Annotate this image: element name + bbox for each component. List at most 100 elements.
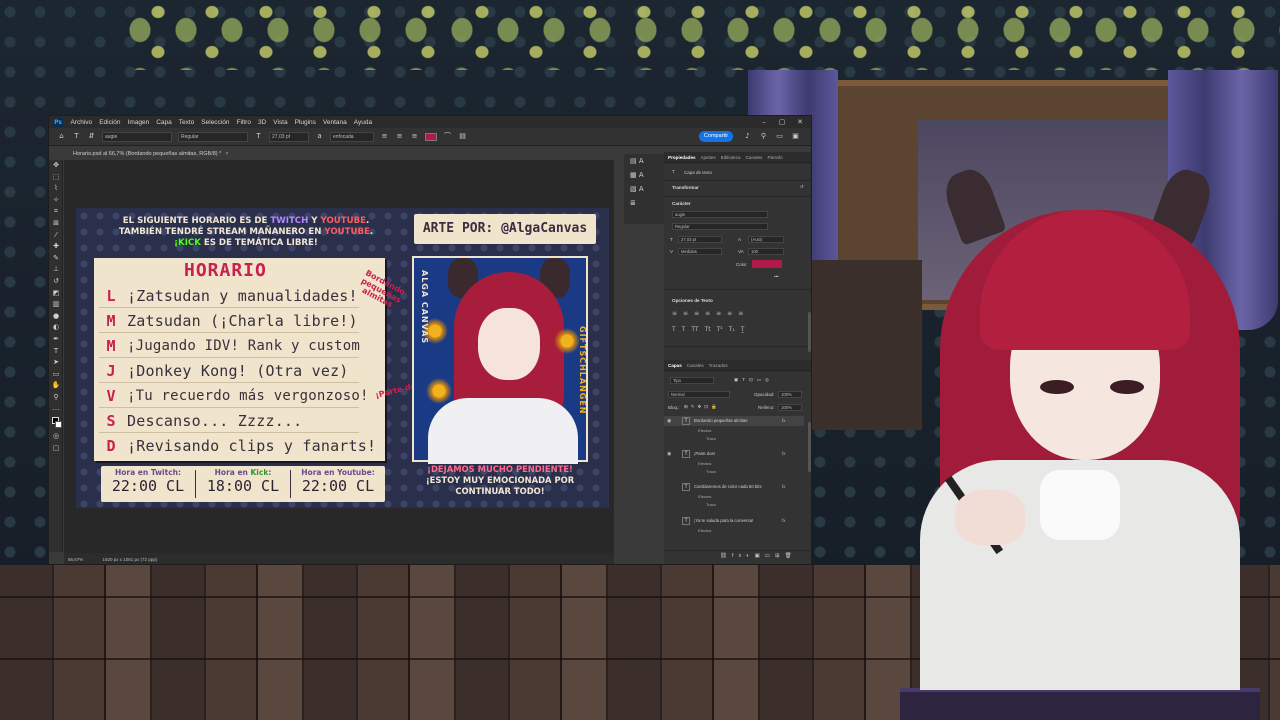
workspace-icon[interactable]: ▭ bbox=[775, 132, 784, 141]
visibility-eye-icon[interactable]: ◉ bbox=[667, 449, 671, 459]
background-color[interactable] bbox=[55, 421, 62, 429]
move-tool-icon[interactable]: ✥ bbox=[49, 160, 63, 172]
fx-icon[interactable]: fx bbox=[782, 416, 785, 426]
marquee-tool-icon[interactable]: ⬚ bbox=[49, 172, 63, 184]
brush-tool-icon[interactable]: ✎ bbox=[49, 253, 63, 265]
foreground-background-colors[interactable] bbox=[49, 415, 63, 431]
bell-icon[interactable]: ♪ bbox=[743, 132, 752, 141]
menu-ventana[interactable]: Ventana bbox=[319, 119, 350, 126]
tab-ajustes[interactable]: Ajustes bbox=[701, 152, 716, 162]
superscript-icon[interactable]: T¹ bbox=[717, 326, 723, 333]
tab-parrafo[interactable]: Párrafo bbox=[767, 152, 782, 162]
pen-tool-icon[interactable]: ✒ bbox=[49, 334, 63, 346]
menu-3d[interactable]: 3D bbox=[254, 119, 269, 126]
menu-seleccion[interactable]: Selección bbox=[198, 119, 233, 126]
search-icon[interactable]: ⚲ bbox=[759, 132, 768, 141]
tab-propiedades[interactable]: Propiedades bbox=[668, 152, 696, 162]
layers-scrollbar[interactable] bbox=[808, 422, 811, 472]
faux-italic-icon[interactable]: T bbox=[682, 326, 686, 333]
menu-edicion[interactable]: Edición bbox=[96, 119, 124, 126]
panel-kerning[interactable]: Medidas bbox=[678, 248, 722, 255]
properties-scrollbar[interactable] bbox=[808, 312, 811, 352]
arrange-icon[interactable]: ▣ bbox=[791, 132, 800, 141]
close-icon[interactable]: ✕ bbox=[791, 116, 809, 128]
layer-row[interactable]: ◉ T Bordando pequeñas almitas fx bbox=[664, 416, 804, 426]
justify-last-right-icon[interactable]: ≡ bbox=[727, 310, 732, 317]
zoom-level[interactable]: 66,67% bbox=[68, 557, 83, 562]
fx-icon[interactable]: fx bbox=[782, 449, 785, 459]
text-tool-icon[interactable]: T bbox=[49, 346, 63, 358]
menu-ayuda[interactable]: Ayuda bbox=[350, 119, 375, 126]
faux-bold-icon[interactable]: T bbox=[672, 326, 676, 333]
justify-last-left-icon[interactable]: ≡ bbox=[705, 310, 710, 317]
panel-leading[interactable]: (Auto) bbox=[748, 236, 784, 243]
character-panel-icon[interactable]: ▤ bbox=[458, 132, 467, 141]
layer-row[interactable]: T Cambiaremos de color cada 50 bits fx bbox=[664, 482, 804, 492]
justify-last-center-icon[interactable]: ≡ bbox=[716, 310, 721, 317]
panel-font-size[interactable]: 27,03 pt bbox=[678, 236, 722, 243]
magic-wand-icon[interactable]: ✧ bbox=[49, 195, 63, 207]
tab-biblioteca[interactable]: Biblioteca bbox=[721, 152, 741, 162]
fx-icon[interactable]: fx bbox=[782, 482, 785, 492]
all-caps-icon[interactable]: TT bbox=[691, 326, 698, 333]
reset-icon[interactable]: ↺ bbox=[800, 184, 804, 190]
visibility-eye-icon[interactable]: ◉ bbox=[667, 416, 671, 426]
tab-canales-layers[interactable]: Canales bbox=[687, 360, 704, 370]
more-options-icon[interactable]: ••• bbox=[774, 274, 779, 279]
font-size-field[interactable]: 27,03 pt bbox=[269, 131, 309, 142]
text-options-section[interactable]: Opciones de Texto bbox=[672, 298, 713, 303]
menu-filtro[interactable]: Filtro bbox=[233, 119, 254, 126]
dock-history-icon[interactable]: ▤ A bbox=[624, 154, 664, 168]
menu-vista[interactable]: Vista bbox=[270, 119, 291, 126]
align-left-para-icon[interactable]: ≡ bbox=[672, 310, 677, 317]
gradient-tool-icon[interactable]: ▥ bbox=[49, 299, 63, 311]
antialias-select[interactable]: enfocada bbox=[330, 131, 374, 142]
eraser-tool-icon[interactable]: ◩ bbox=[49, 288, 63, 300]
tab-capas[interactable]: Capas bbox=[668, 360, 682, 370]
text-color-swatch[interactable] bbox=[425, 132, 437, 141]
hand-tool-icon[interactable]: ✋ bbox=[49, 380, 63, 392]
crop-tool-icon[interactable]: ⌗ bbox=[49, 206, 63, 218]
layer-row[interactable]: T ¡Ya te saluda para la conversa! fx bbox=[664, 516, 804, 526]
filter-icons[interactable]: ▣T⊡▭◎ bbox=[734, 377, 773, 383]
minimize-icon[interactable]: – bbox=[755, 116, 773, 128]
align-right-para-icon[interactable]: ≡ bbox=[694, 310, 699, 317]
frame-tool-icon[interactable]: ⊠ bbox=[49, 218, 63, 230]
lock-icons[interactable]: ⊞✎✥⊡🔒 bbox=[684, 404, 720, 410]
align-center-para-icon[interactable]: ≡ bbox=[683, 310, 688, 317]
type-tool-icon[interactable]: T bbox=[72, 132, 81, 141]
zoom-tool-icon[interactable]: ⚲ bbox=[49, 392, 63, 404]
underline-icon[interactable]: T̲ bbox=[741, 326, 745, 333]
shape-tool-icon[interactable]: ▭ bbox=[49, 369, 63, 381]
layer-filter-select[interactable]: Tipo bbox=[670, 377, 714, 384]
transform-section[interactable]: Transformar bbox=[672, 185, 699, 190]
dodge-tool-icon[interactable]: ◐ bbox=[49, 322, 63, 334]
menu-capa[interactable]: Capa bbox=[153, 119, 176, 126]
blur-tool-icon[interactable]: ● bbox=[49, 311, 63, 323]
share-button[interactable]: Compartir bbox=[699, 131, 733, 142]
eyedropper-icon[interactable]: ⁄ bbox=[49, 230, 63, 242]
dock-glyphs-icon[interactable]: ≣ bbox=[624, 196, 664, 210]
tab-close-icon[interactable]: × bbox=[225, 151, 228, 157]
panel-tracking[interactable]: 100 bbox=[748, 248, 784, 255]
layer-actions-icons[interactable]: ⛓fx◐▣▭⊞🗑 bbox=[720, 553, 797, 559]
maximize-icon[interactable]: ▢ bbox=[773, 116, 791, 128]
font-style-select[interactable]: Regular bbox=[178, 131, 248, 142]
fill-field[interactable]: 100% bbox=[778, 404, 802, 411]
menu-archivo[interactable]: Archivo bbox=[67, 119, 96, 126]
screen-mode-icon[interactable]: ▢ bbox=[49, 443, 63, 455]
justify-all-icon[interactable]: ≡ bbox=[738, 310, 743, 317]
tab-trazados[interactable]: Trazados bbox=[709, 360, 728, 370]
opacity-field[interactable]: 100% bbox=[778, 391, 802, 398]
warp-text-icon[interactable]: ⌒ bbox=[443, 132, 452, 141]
dock-character-icon[interactable]: ▦ A bbox=[624, 168, 664, 182]
stamp-tool-icon[interactable]: ⊥ bbox=[49, 264, 63, 276]
subscript-icon[interactable]: T₁ bbox=[729, 326, 735, 333]
layer-row[interactable]: ◉ T ¡Parte dos! fx bbox=[664, 449, 804, 459]
history-brush-icon[interactable]: ↺ bbox=[49, 276, 63, 288]
dock-paragraph-icon[interactable]: ▧ A bbox=[624, 182, 664, 196]
panel-color-swatch[interactable] bbox=[752, 260, 782, 268]
blend-mode-select[interactable]: Normal bbox=[668, 391, 730, 398]
orientation-icon[interactable]: ⇵ bbox=[87, 132, 96, 141]
small-caps-icon[interactable]: Tt bbox=[705, 326, 711, 333]
